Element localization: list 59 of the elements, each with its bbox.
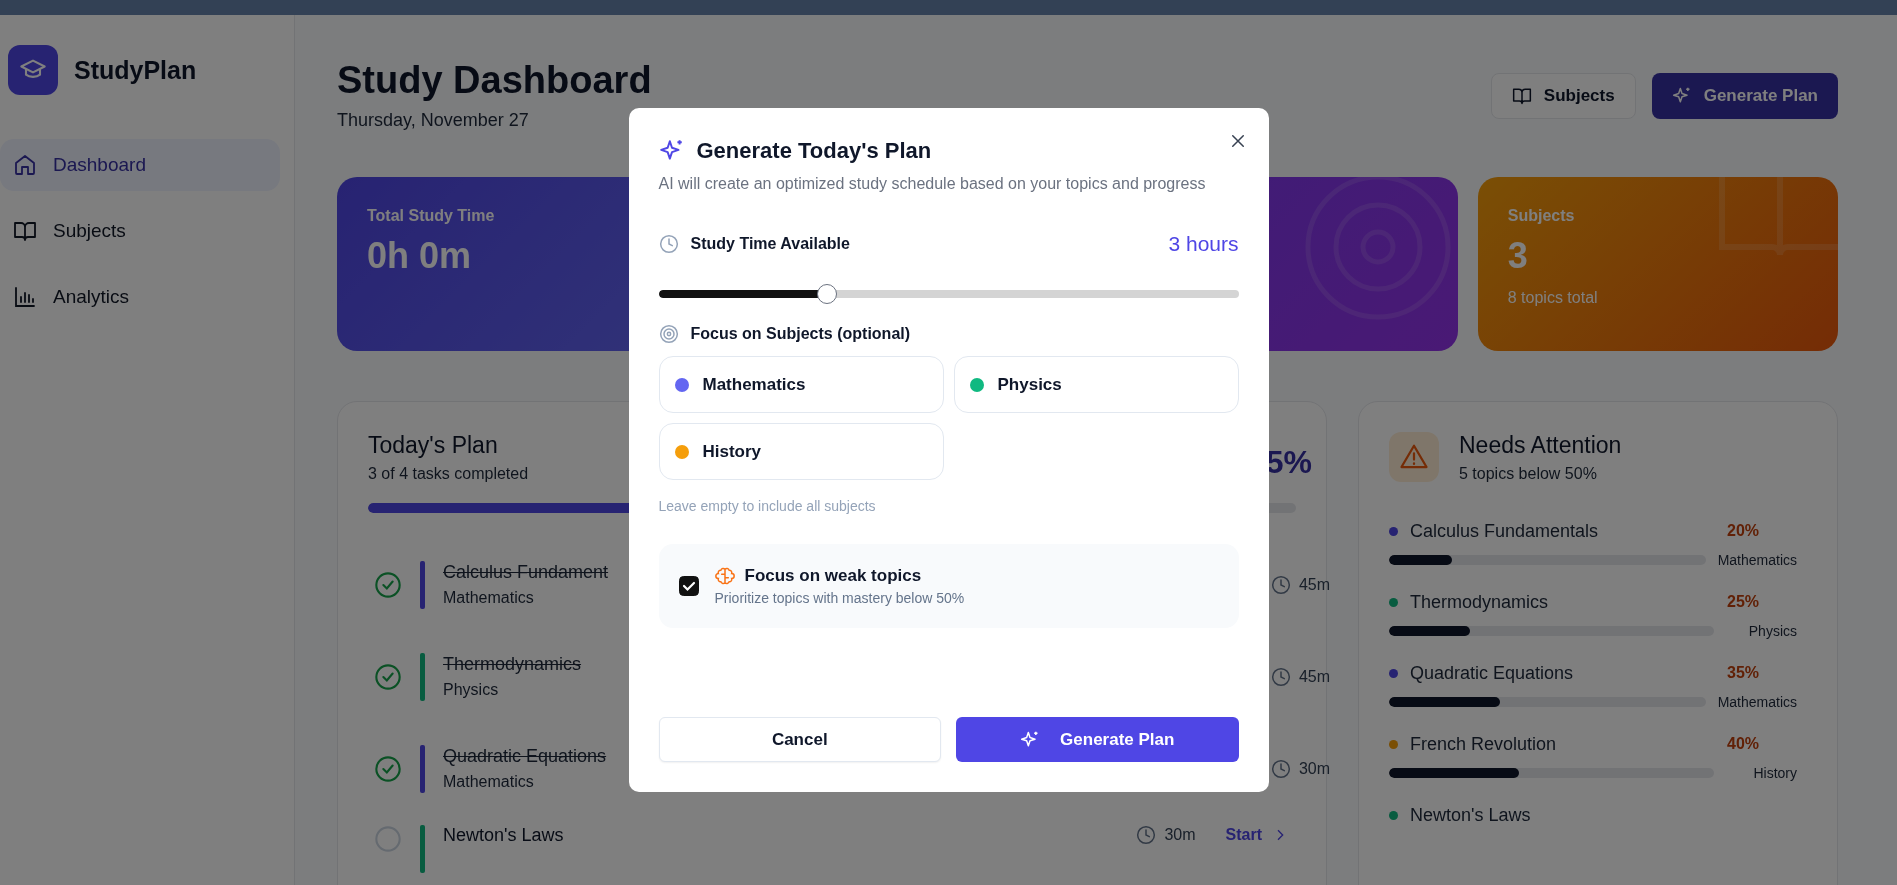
topic-percent: 35% [1727, 664, 1761, 683]
topic-subject: History [1752, 764, 1798, 781]
nav-item[interactable]: Dashboard [0, 139, 280, 191]
topic-name: Quadratic Equations [1410, 662, 1575, 684]
task-title: Calculus Fundament [443, 562, 609, 584]
option-description: Prioritize topics with mastery below 50% [714, 590, 965, 606]
subject-option[interactable]: Mathematics [658, 356, 944, 413]
dialog-description: AI will create an optimized study schedule based on your topics and progress [658, 174, 1207, 194]
topic-percent: 40% [1727, 735, 1761, 754]
task-duration: 45m [1298, 575, 1330, 594]
task-subject: Mathematics [443, 773, 534, 792]
task-title: Quadratic Equations [443, 746, 607, 768]
task-title: Thermodynamics [443, 654, 582, 676]
topic-percent: 25% [1727, 593, 1761, 612]
task-subject: Mathematics [443, 589, 534, 608]
page-date: Thursday, November 27 [337, 109, 530, 131]
page-title: Study Dashboard [337, 60, 652, 102]
panel-title: Today's Plan [368, 431, 499, 459]
option-title: Focus on weak topics [744, 566, 922, 586]
topic-subject: Mathematics [1717, 551, 1798, 568]
dialog-title: Generate Today's Plan [696, 138, 932, 164]
panel-title: Needs Attention [1459, 431, 1622, 459]
card-value: 0h 0m [367, 234, 473, 277]
card-label: Subjects [1507, 206, 1576, 225]
subject-name: History [702, 441, 762, 462]
subject-name: Mathematics [702, 374, 806, 395]
generate-plan-button[interactable]: Generate Plan [1651, 73, 1838, 119]
task-duration: 30m [1164, 825, 1196, 844]
subject-option[interactable]: Physics [953, 356, 1239, 413]
time-value: 3 hours [1168, 232, 1239, 256]
topic-name: Newton's Laws [1410, 804, 1532, 826]
cancel-button[interactable]: Cancel [658, 717, 941, 762]
topic-percent: 20% [1727, 522, 1761, 541]
subject-option[interactable]: History [658, 423, 944, 480]
nav-item[interactable]: Analytics [0, 271, 280, 323]
topic-subject: Physics [1747, 622, 1798, 639]
subject-name: Physics [997, 374, 1062, 395]
generate-plan-button[interactable]: Generate Plan [956, 717, 1239, 762]
hint-text: Leave empty to include all subjects [658, 498, 877, 514]
task-title: Newton's Laws [443, 824, 564, 846]
card-value: 3 [1507, 234, 1529, 277]
app-name: StudyPlan [74, 55, 197, 85]
completion-percent: 5% [1265, 443, 1312, 481]
topic-subject: Mathematics [1717, 693, 1798, 710]
field-label: Focus on Subjects (optional) [690, 325, 912, 343]
nav-item[interactable]: Subjects [0, 205, 280, 257]
topic-name: Calculus Fundamentals [1410, 520, 1600, 542]
topic-name: French Revolution [1410, 733, 1558, 755]
task-duration: 30m [1298, 759, 1330, 778]
panel-subtitle: 3 of 4 tasks completed [368, 464, 529, 483]
task-subject: Physics [443, 681, 499, 700]
card-label: Total Study Time [367, 206, 496, 225]
subjects-button[interactable]: Subjects [1490, 73, 1636, 119]
start-link[interactable]: Start [1225, 825, 1288, 844]
card-note: 8 topics total [1507, 288, 1599, 307]
panel-subtitle: 5 topics below 50% [1459, 464, 1598, 483]
field-label: Study Time Available [690, 235, 851, 253]
task-duration: 45m [1298, 667, 1330, 686]
topic-name: Thermodynamics [1410, 591, 1550, 613]
